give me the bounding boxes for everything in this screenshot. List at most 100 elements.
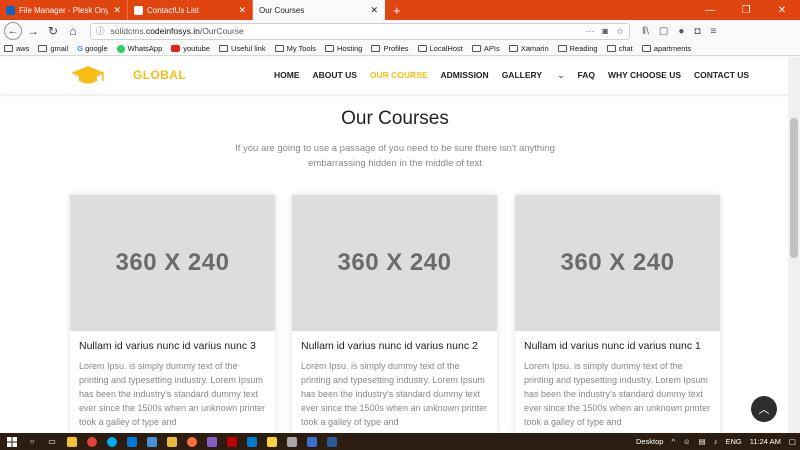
menu-item-contact-us[interactable]: CONTACT US bbox=[694, 70, 749, 81]
course-description: Lorem Ipsu. is simply dummy text of the … bbox=[524, 361, 711, 427]
bookmark-star-icon[interactable]: ☆ bbox=[616, 26, 624, 37]
graduation-cap-icon[interactable] bbox=[70, 65, 106, 90]
bookmark-profiles[interactable]: Profiles bbox=[371, 44, 409, 53]
course-card[interactable]: 360 X 240 Nullam id varius nunc id variu… bbox=[292, 195, 497, 435]
scroll-to-top-button[interactable]: ︿ bbox=[751, 396, 777, 422]
course-card[interactable]: 360 X 240 Nullam id varius nunc id variu… bbox=[70, 195, 275, 435]
bookmark-my-tools[interactable]: My Tools bbox=[274, 44, 316, 53]
bookmark-youtube[interactable]: youtube bbox=[171, 44, 210, 53]
close-icon[interactable]: ✕ bbox=[370, 5, 378, 16]
vs-code-icon[interactable] bbox=[244, 433, 260, 450]
windows-start-icon[interactable] bbox=[4, 433, 20, 450]
home-icon[interactable]: ⌂ bbox=[64, 22, 82, 40]
network-icon[interactable]: ▤ bbox=[699, 437, 706, 446]
bookmark-useful-link[interactable]: Useful link bbox=[218, 44, 266, 53]
reload-icon[interactable]: ↻ bbox=[44, 22, 62, 40]
back-arrow-icon[interactable]: ← bbox=[4, 22, 22, 40]
menu-item-our-course[interactable]: OUR COURSE bbox=[370, 70, 428, 81]
close-window-icon[interactable]: ✕ bbox=[764, 5, 800, 16]
info-icon[interactable]: ⓘ bbox=[96, 25, 105, 37]
people-icon[interactable]: ☺ bbox=[683, 437, 691, 446]
search-icon[interactable]: ○ bbox=[24, 433, 40, 450]
page-favicon-icon bbox=[134, 5, 143, 15]
course-image-placeholder: 360 X 240 bbox=[292, 195, 497, 331]
whatsapp-icon bbox=[116, 44, 125, 53]
main-menu: HOME ABOUT US OUR COURSE ADMISSION GALLE… bbox=[274, 70, 762, 81]
bookmark-gmail[interactable]: gmail bbox=[38, 44, 68, 53]
menu-item-home[interactable]: HOME bbox=[274, 70, 300, 81]
site-brand[interactable]: GLOBAL bbox=[133, 68, 186, 82]
tab-label: Our Courses bbox=[259, 5, 305, 15]
url-bar[interactable]: ⓘ solidcms. codeinfosys.in/OurCourse ··· … bbox=[90, 22, 630, 40]
bookmark-localhost[interactable]: LocalHost bbox=[417, 44, 463, 53]
sticky-notes-icon[interactable] bbox=[264, 433, 280, 450]
course-title[interactable]: Nullam id varius nunc id varius nunc 1 bbox=[515, 331, 720, 352]
page-subtitle: If you are going to use a passage of you… bbox=[235, 143, 555, 169]
explorer-icon[interactable] bbox=[64, 433, 80, 450]
bookmark-aws[interactable]: aws bbox=[4, 44, 29, 53]
window-controls: — ❐ ✕ bbox=[692, 0, 800, 20]
folder-icon bbox=[371, 45, 381, 52]
forward-arrow-icon[interactable]: → bbox=[24, 22, 42, 40]
menu-icon[interactable]: ≡ bbox=[710, 26, 716, 37]
bookmark-whatsapp[interactable]: WhatsApp bbox=[116, 44, 162, 53]
bookmark-hosting[interactable]: Hosting bbox=[325, 44, 362, 53]
menu-item-why-choose-us[interactable]: WHY CHOOSE US bbox=[608, 70, 681, 81]
bookmark-apis[interactable]: APIs bbox=[471, 44, 500, 53]
new-tab-button[interactable]: + bbox=[385, 0, 409, 20]
edge-icon[interactable] bbox=[124, 433, 140, 450]
scrollbar-thumb[interactable] bbox=[790, 118, 798, 258]
tab-label: File Manager - Plesk Onyx 17.8 bbox=[19, 5, 108, 15]
bookmark-apartments[interactable]: apartments bbox=[641, 44, 691, 53]
vs-icon[interactable] bbox=[204, 433, 220, 450]
language-indicator[interactable]: ENG bbox=[726, 437, 742, 446]
task-view-icon[interactable]: ▭ bbox=[44, 433, 60, 450]
folder-icon bbox=[557, 45, 567, 52]
chevron-up-icon[interactable]: ^ bbox=[671, 437, 675, 446]
pocket-icon[interactable]: ◙ bbox=[602, 26, 607, 37]
tab-our-courses[interactable]: Our Courses ✕ bbox=[253, 0, 385, 20]
maximize-icon[interactable]: ❐ bbox=[728, 5, 764, 16]
clock[interactable]: 11:24 AM bbox=[750, 437, 781, 446]
firefox-icon[interactable] bbox=[184, 433, 200, 450]
course-card[interactable]: 360 X 240 Nullam id varius nunc id variu… bbox=[515, 195, 720, 435]
folder-icon bbox=[38, 45, 48, 52]
desktop-toolbar[interactable]: Desktop bbox=[636, 437, 664, 446]
course-title[interactable]: Nullam id varius nunc id varius nunc 2 bbox=[292, 331, 497, 352]
minimize-icon[interactable]: — bbox=[692, 5, 728, 16]
account-icon[interactable]: ● bbox=[678, 26, 684, 37]
url-actions: ··· ◙ ☆ bbox=[585, 26, 624, 37]
terminal-icon[interactable] bbox=[324, 433, 340, 450]
filezilla-icon[interactable] bbox=[224, 433, 240, 450]
more-actions-icon[interactable]: ··· bbox=[585, 26, 594, 37]
notifications-icon[interactable]: ▢ bbox=[789, 437, 796, 446]
tab-contactus-list[interactable]: ContactUs List ✕ bbox=[128, 0, 253, 20]
menu-item-faq[interactable]: FAQ bbox=[577, 70, 594, 81]
chevron-down-icon: ⌄ bbox=[557, 70, 565, 80]
folder-icon bbox=[471, 45, 481, 52]
chrome-icon[interactable] bbox=[84, 433, 100, 450]
mail-icon[interactable] bbox=[144, 433, 160, 450]
bookmark-xamarin[interactable]: Xamarin bbox=[508, 44, 549, 53]
bookmark-chat[interactable]: chat bbox=[606, 44, 633, 53]
close-icon[interactable]: ✕ bbox=[238, 5, 246, 16]
sidebar-icon[interactable]: ▢ bbox=[659, 26, 668, 37]
folder-icon[interactable] bbox=[164, 433, 180, 450]
library-icon[interactable]: ‖\ bbox=[642, 26, 649, 37]
course-title[interactable]: Nullam id varius nunc id varius nunc 3 bbox=[70, 331, 275, 352]
skype-icon[interactable] bbox=[104, 433, 120, 450]
tab-file-manager[interactable]: File Manager - Plesk Onyx 17.8 ✕ bbox=[0, 0, 128, 20]
vs-blue-icon[interactable] bbox=[304, 433, 320, 450]
bookmark-google[interactable]: Ggoogle bbox=[77, 44, 107, 53]
menu-item-gallery[interactable]: GALLERY ⌄ bbox=[502, 70, 565, 81]
extension-icon[interactable]: ◘ bbox=[694, 26, 700, 37]
bookmark-reading[interactable]: Reading bbox=[557, 44, 598, 53]
close-icon[interactable]: ✕ bbox=[113, 5, 121, 16]
folder-icon bbox=[218, 45, 228, 52]
menu-item-about-us[interactable]: ABOUT US bbox=[313, 70, 357, 81]
sql-icon[interactable] bbox=[284, 433, 300, 450]
folder-icon bbox=[274, 45, 284, 52]
course-image-placeholder: 360 X 240 bbox=[515, 195, 720, 331]
volume-icon[interactable]: ♪ bbox=[714, 437, 718, 446]
menu-item-admission[interactable]: ADMISSION bbox=[441, 70, 489, 81]
